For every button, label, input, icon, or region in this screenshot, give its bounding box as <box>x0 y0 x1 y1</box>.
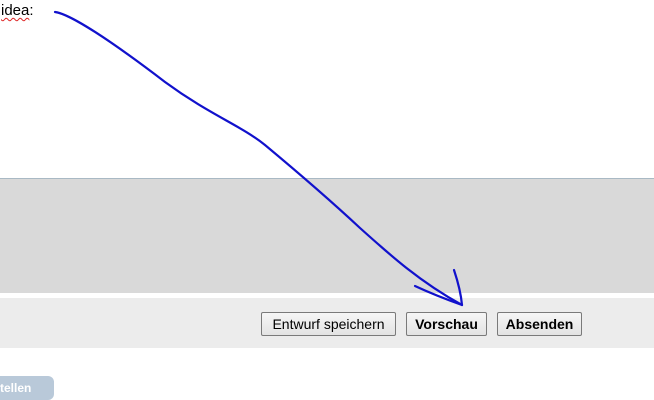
editor-footer-panel <box>0 178 654 294</box>
editor-text-suffix: : <box>29 2 34 19</box>
bottom-tab[interactable]: tellen <box>0 376 54 400</box>
button-bar: Entwurf speichern Vorschau Absenden <box>0 298 654 348</box>
preview-button[interactable]: Vorschau <box>406 312 487 336</box>
editor-word-spellcheck: idea <box>1 2 30 19</box>
save-draft-button[interactable]: Entwurf speichern <box>261 312 396 336</box>
editor-text: idea: <box>1 2 34 20</box>
submit-button[interactable]: Absenden <box>497 312 582 336</box>
bottom-tab-label: tellen <box>0 381 32 395</box>
message-editor[interactable]: idea: <box>0 0 654 178</box>
